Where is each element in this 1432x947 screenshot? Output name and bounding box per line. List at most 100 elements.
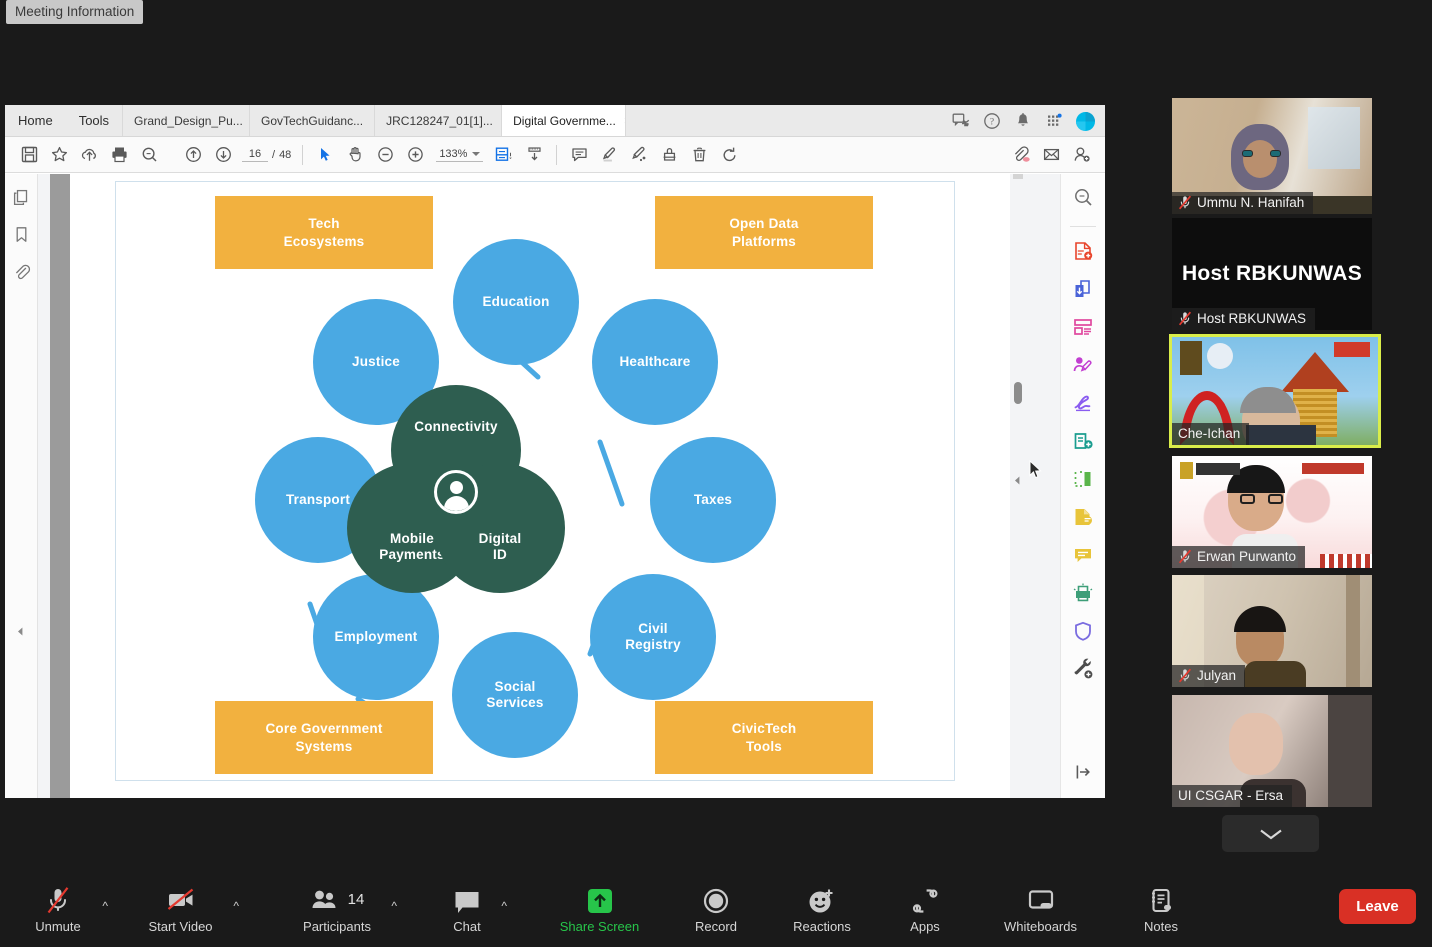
bookmarks-icon[interactable] xyxy=(12,225,31,249)
participant-tile-2-active[interactable]: Che-Ichan xyxy=(1169,334,1381,448)
chat-button[interactable]: Chat ^ xyxy=(443,885,507,933)
participant-video-strip[interactable]: Ummu N. Hanifah Host RBKUNWAS Host RBKUN… xyxy=(1165,90,1430,880)
participant-tile-1[interactable]: Host RBKUNWAS Host RBKUNWAS xyxy=(1172,218,1372,330)
fit-page-icon[interactable] xyxy=(489,140,519,170)
unmute-chevron-up-icon[interactable]: ^ xyxy=(102,899,108,913)
save-icon[interactable] xyxy=(14,140,44,170)
box-civictech-tools-label: CivicTech Tools xyxy=(731,721,797,754)
select-cursor-icon[interactable] xyxy=(310,140,340,170)
participant-display-name-1: Host RBKUNWAS xyxy=(1181,262,1363,285)
print-icon[interactable] xyxy=(104,140,134,170)
compress-pdf-icon[interactable] xyxy=(1072,582,1094,609)
zoom-in-icon[interactable] xyxy=(400,140,430,170)
app-switcher-icon[interactable] xyxy=(1045,112,1063,130)
undo-icon[interactable] xyxy=(714,140,744,170)
fill-and-sign-icon[interactable] xyxy=(1072,392,1094,419)
chevron-down-icon[interactable] xyxy=(472,151,481,156)
shared-screen-acrobat-window[interactable]: Home Tools Grand_Design_Pu... GovTechGui… xyxy=(5,105,1105,798)
record-button[interactable]: Record xyxy=(682,885,750,933)
unmute-button[interactable]: Unmute ^ xyxy=(24,885,108,933)
page-thumbnails-icon[interactable] xyxy=(12,188,31,212)
participants-chevron-up-icon[interactable]: ^ xyxy=(391,899,397,913)
help-icon[interactable]: ? xyxy=(983,112,1001,130)
mic-muted-icon xyxy=(1178,549,1192,564)
scroll-mode-icon[interactable] xyxy=(519,140,549,170)
participants-button[interactable]: 14 Participants ^ xyxy=(293,885,397,933)
doc-tab-2[interactable]: GovTechGuidanc... xyxy=(249,105,374,136)
export-pdf-icon[interactable] xyxy=(1072,278,1094,305)
zoom-level-select[interactable]: 133% xyxy=(436,148,484,162)
chat-chevron-up-icon[interactable]: ^ xyxy=(501,899,507,913)
participant-tile-4[interactable]: Julyan xyxy=(1172,575,1372,687)
participant-tile-5[interactable]: UI CSGAR - Ersa xyxy=(1172,695,1372,807)
protect-icon[interactable] xyxy=(1072,620,1094,647)
previous-page-sliver xyxy=(50,174,70,798)
node-transport-label: Transport xyxy=(285,491,351,507)
pdf-page-16[interactable]: Tech Ecosystems Open Data Platforms Core… xyxy=(70,174,1042,798)
node-social-services: Social Services xyxy=(452,632,578,758)
doc-tab-3[interactable]: JRC128247_01[1]... xyxy=(374,105,501,136)
doc-tab-1[interactable]: Grand_Design_Pu... xyxy=(122,105,249,136)
notes-label: Notes xyxy=(1144,918,1178,934)
tab-strip-spacer xyxy=(625,105,941,136)
share-feedback-icon[interactable] xyxy=(952,112,970,130)
highlight-icon[interactable] xyxy=(594,140,624,170)
document-scroll-area[interactable]: Tech Ecosystems Open Data Platforms Core… xyxy=(38,174,1060,798)
draw-icon[interactable] xyxy=(624,140,654,170)
page-down-icon[interactable] xyxy=(208,140,238,170)
page-navigation[interactable]: 16 / 48 xyxy=(242,148,291,162)
collapse-right-icon[interactable] xyxy=(1011,474,1024,492)
collapse-left-icon[interactable] xyxy=(14,625,27,643)
node-taxes-label: Taxes xyxy=(693,491,733,507)
add-person-icon[interactable] xyxy=(1066,140,1096,170)
star-icon[interactable] xyxy=(44,140,74,170)
stamp-icon[interactable] xyxy=(654,140,684,170)
notes-button[interactable]: Notes xyxy=(1133,885,1189,933)
page-up-icon[interactable] xyxy=(178,140,208,170)
acrobat-viewer: Tech Ecosystems Open Data Platforms Core… xyxy=(5,174,1105,798)
delete-icon[interactable] xyxy=(684,140,714,170)
add-comment-icon[interactable] xyxy=(1072,544,1094,571)
doc-tab-3-label: JRC128247_01[1]... xyxy=(386,113,493,128)
attachments-icon[interactable] xyxy=(12,262,31,286)
upload-cloud-icon[interactable] xyxy=(74,140,104,170)
leave-button[interactable]: Leave xyxy=(1339,889,1416,924)
reactions-button[interactable]: Reactions xyxy=(782,885,862,933)
search-icon[interactable] xyxy=(134,140,164,170)
notifications-bell-icon[interactable] xyxy=(1014,112,1032,130)
meeting-information-tooltip: Meeting Information xyxy=(6,0,144,24)
participant-name-2-label: Che-Ichan xyxy=(1178,426,1241,441)
comment-icon[interactable] xyxy=(564,140,594,170)
expand-panel-icon[interactable] xyxy=(1074,763,1092,786)
mic-muted-icon xyxy=(1178,668,1192,683)
edit-pdf-icon[interactable] xyxy=(1072,354,1094,381)
hand-tool-icon[interactable] xyxy=(340,140,370,170)
request-esignature-icon[interactable] xyxy=(1072,506,1094,533)
scrollbar-thumb[interactable] xyxy=(1014,382,1022,404)
attach-link-icon[interactable] xyxy=(1006,140,1036,170)
node-education-label: Education xyxy=(482,293,550,309)
account-avatar[interactable] xyxy=(1076,111,1095,131)
organize-pages-icon[interactable] xyxy=(1072,316,1094,343)
page-number-input[interactable]: 16 xyxy=(242,148,268,162)
share-screen-button[interactable]: Share Screen xyxy=(547,885,652,933)
whiteboards-button[interactable]: Whiteboards xyxy=(988,885,1093,933)
menu-tools[interactable]: Tools xyxy=(66,105,122,136)
rail-divider xyxy=(1070,226,1096,227)
start-video-button[interactable]: Start Video ^ xyxy=(138,885,239,933)
mouse-cursor xyxy=(1029,460,1042,479)
zoom-out-icon[interactable] xyxy=(370,140,400,170)
start-video-chevron-up-icon[interactable]: ^ xyxy=(233,899,239,913)
apps-button[interactable]: Apps xyxy=(900,885,950,933)
participant-tile-3[interactable]: Erwan Purwanto xyxy=(1172,456,1372,568)
participant-tile-0[interactable]: Ummu N. Hanifah xyxy=(1172,98,1372,214)
menu-home[interactable]: Home xyxy=(5,105,66,136)
combine-files-icon[interactable] xyxy=(1072,468,1094,495)
participants-scroll-down-button[interactable] xyxy=(1222,815,1319,852)
create-pdf-icon[interactable] xyxy=(1072,240,1094,267)
doc-tab-4-active[interactable]: Digital Governme... × xyxy=(501,105,626,136)
more-tools-icon[interactable] xyxy=(1072,658,1094,685)
comment-tools-icon[interactable] xyxy=(1072,430,1094,457)
search-document-icon[interactable] xyxy=(1072,186,1094,213)
email-icon[interactable] xyxy=(1036,140,1066,170)
